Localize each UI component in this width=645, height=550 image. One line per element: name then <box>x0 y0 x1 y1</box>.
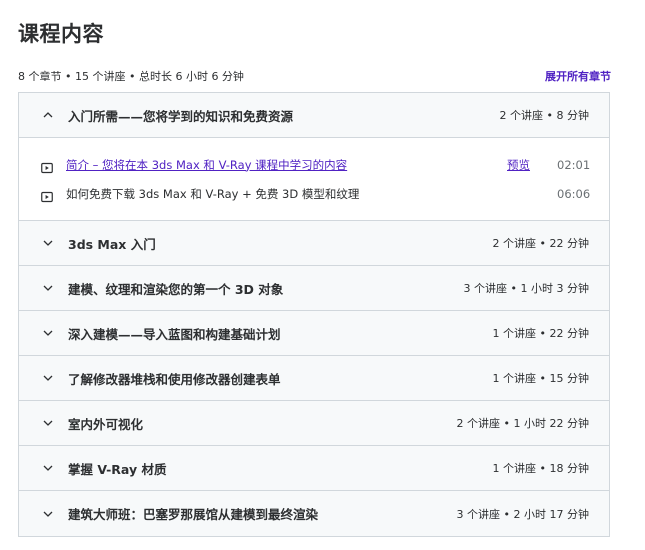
preview-link[interactable]: 预览 <box>507 157 530 173</box>
chevron-up-icon <box>41 108 55 122</box>
lecture-item: 简介 – 您将在本 3ds Max 和 V-Ray 课程中学习的内容 预览 02… <box>41 150 591 179</box>
section-header-5[interactable]: 了解修改器堆栈和使用修改器创建表单 1 个讲座 • 15 分钟 <box>19 356 609 401</box>
section-meta: 3 个讲座 • 1 小时 3 分钟 <box>463 282 589 295</box>
section-meta: 1 个讲座 • 15 分钟 <box>492 372 589 385</box>
section-meta: 2 个讲座 • 1 小时 22 分钟 <box>456 417 589 430</box>
section-header-2[interactable]: 3ds Max 入门 2 个讲座 • 22 分钟 <box>19 221 609 266</box>
chevron-down-icon <box>41 507 55 521</box>
section-header-8[interactable]: 建筑大师班：巴塞罗那展馆从建模到最终渲染 3 个讲座 • 2 小时 17 分钟 <box>19 491 609 536</box>
lecture-duration: 02:01 <box>557 157 591 172</box>
section-header-7[interactable]: 掌握 V-Ray 材质 1 个讲座 • 18 分钟 <box>19 446 609 491</box>
section-meta: 2 个讲座 • 22 分钟 <box>492 237 589 250</box>
section-header-6[interactable]: 室内外可视化 2 个讲座 • 1 小时 22 分钟 <box>19 401 609 446</box>
section-meta: 1 个讲座 • 22 分钟 <box>492 327 589 340</box>
chevron-down-icon <box>41 281 55 295</box>
video-play-icon <box>41 159 53 173</box>
chevron-down-icon <box>41 236 55 250</box>
section-meta: 1 个讲座 • 18 分钟 <box>492 462 589 475</box>
section-header-4[interactable]: 深入建模——导入蓝图和构建基础计划 1 个讲座 • 22 分钟 <box>19 311 609 356</box>
section-title: 建模、纹理和渲染您的第一个 3D 对象 <box>68 281 284 297</box>
curriculum-summary: 8 个章节 • 15 个讲座 • 总时长 6 小时 6 分钟 <box>18 70 244 83</box>
chevron-down-icon <box>41 461 55 475</box>
section-meta: 2 个讲座 • 8 分钟 <box>499 109 589 122</box>
chevron-down-icon <box>41 326 55 340</box>
curriculum-accordion: 入门所需——您将学到的知识和免费资源 2 个讲座 • 8 分钟 简介 – 您将在… <box>18 92 610 537</box>
page-title: 课程内容 <box>18 22 104 46</box>
section-meta: 3 个讲座 • 2 小时 17 分钟 <box>456 507 589 521</box>
lecture-duration: 06:06 <box>557 186 591 201</box>
lecture-title: 如何免费下载 3ds Max 和 V-Ray + 免费 3D 模型和纹理 <box>66 186 360 201</box>
section-title: 了解修改器堆栈和使用修改器创建表单 <box>68 371 281 387</box>
section-header-1[interactable]: 入门所需——您将学到的知识和免费资源 2 个讲座 • 8 分钟 <box>19 93 609 138</box>
section-title: 掌握 V-Ray 材质 <box>68 461 167 477</box>
video-play-icon <box>41 188 53 202</box>
section-title: 入门所需——您将学到的知识和免费资源 <box>68 108 294 124</box>
section-title: 建筑大师班：巴塞罗那展馆从建模到最终渲染 <box>68 507 319 522</box>
section-title: 室内外可视化 <box>68 416 144 432</box>
section-title: 深入建模——导入蓝图和构建基础计划 <box>68 326 281 342</box>
chevron-down-icon <box>41 371 55 385</box>
section-1-lecture-list: 简介 – 您将在本 3ds Max 和 V-Ray 课程中学习的内容 预览 02… <box>19 138 609 221</box>
lecture-item: 如何免费下载 3ds Max 和 V-Ray + 免费 3D 模型和纹理 06:… <box>41 179 591 208</box>
lecture-title-link[interactable]: 简介 – 您将在本 3ds Max 和 V-Ray 课程中学习的内容 <box>66 157 507 173</box>
section-header-3[interactable]: 建模、纹理和渲染您的第一个 3D 对象 3 个讲座 • 1 小时 3 分钟 <box>19 266 609 311</box>
section-title: 3ds Max 入门 <box>68 236 156 252</box>
chevron-down-icon <box>41 416 55 430</box>
expand-all-sections-button[interactable]: 展开所有章节 <box>545 68 611 84</box>
